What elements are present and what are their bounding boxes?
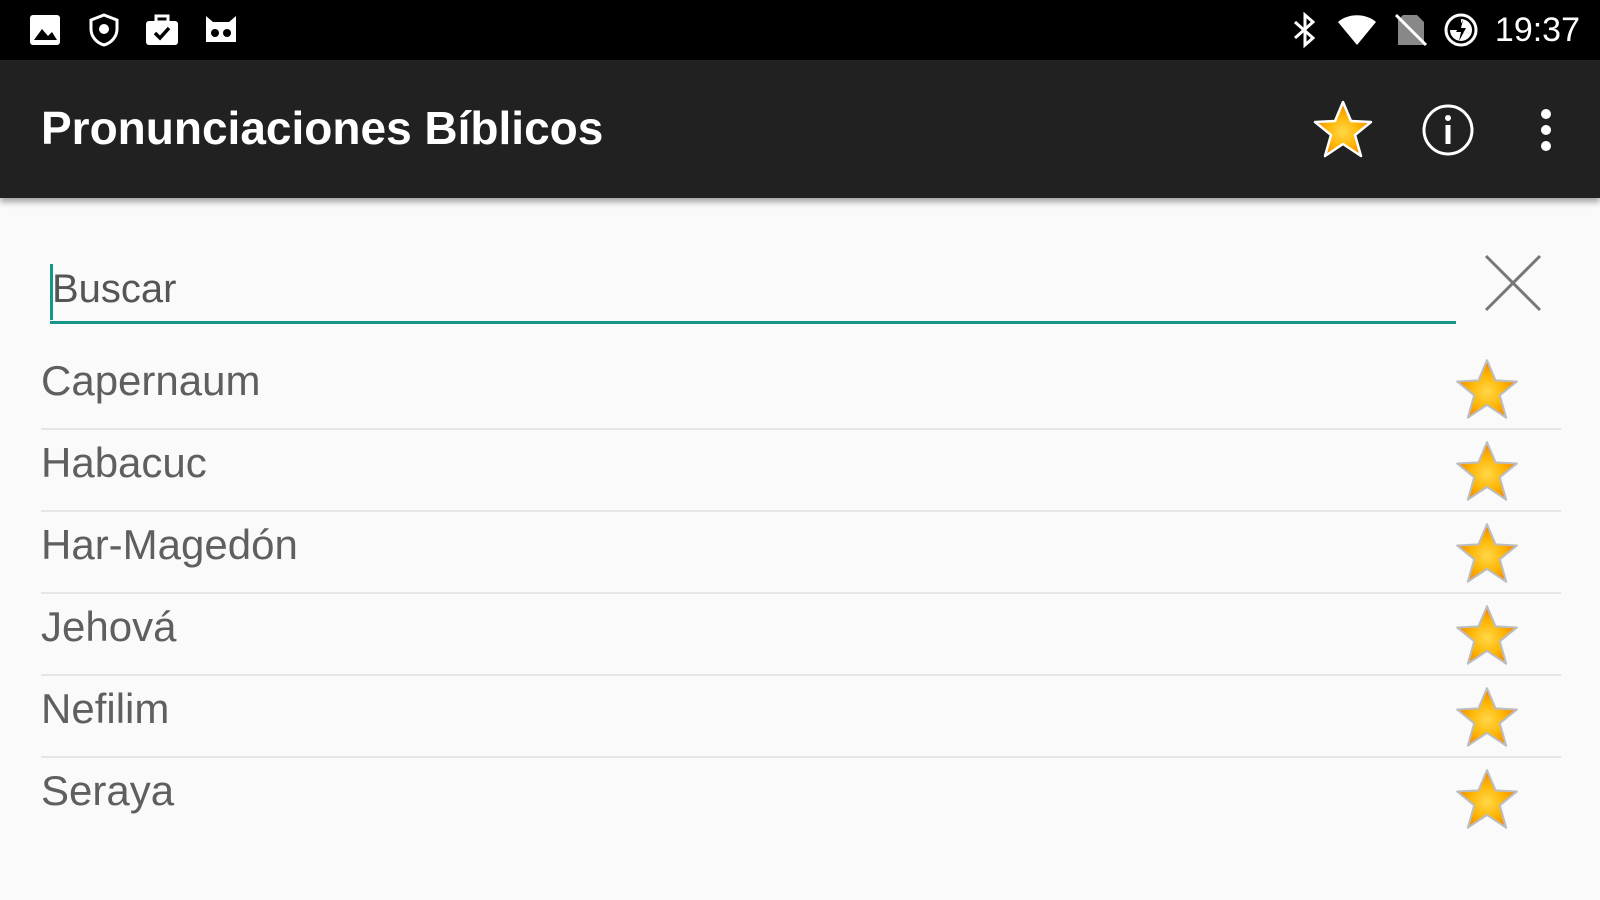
bluetooth-icon <box>1287 11 1323 49</box>
clock: 19:37 <box>1494 11 1580 49</box>
list-item[interactable]: Nefilim <box>41 676 1561 758</box>
star-icon <box>1456 769 1518 829</box>
close-icon <box>1484 254 1542 312</box>
text-cursor <box>50 264 53 320</box>
list-item-label[interactable]: Habacuc <box>41 438 207 488</box>
favorite-toggle[interactable] <box>1451 600 1523 672</box>
no-sim-icon <box>1393 12 1429 48</box>
image-icon <box>27 12 63 48</box>
star-icon <box>1456 605 1518 665</box>
app-title: Pronunciaciones Bíblicos <box>41 102 604 154</box>
list-item-label[interactable]: Capernaum <box>41 356 260 406</box>
list-item[interactable]: Capernaum <box>41 348 1561 430</box>
favorite-toggle[interactable] <box>1451 354 1523 426</box>
star-icon <box>1456 687 1518 747</box>
star-icon <box>1456 359 1518 419</box>
search-input[interactable] <box>50 258 1456 324</box>
wifi-icon <box>1336 12 1378 48</box>
main-content: Capernaum Habacuc Har-Magedón Jehová Nef… <box>0 198 1600 900</box>
list-item-label[interactable]: Har-Magedón <box>41 520 298 570</box>
status-bar: 19:37 <box>0 0 1600 60</box>
info-icon <box>1422 104 1474 156</box>
shield-icon <box>86 12 122 48</box>
favorite-toggle[interactable] <box>1451 682 1523 754</box>
list-item-label[interactable]: Seraya <box>41 766 174 816</box>
list-item[interactable]: Seraya <box>41 758 1561 840</box>
favorite-toggle[interactable] <box>1451 436 1523 508</box>
star-icon <box>1456 441 1518 501</box>
battery-charging-icon <box>1443 12 1479 48</box>
favorites-button[interactable] <box>1310 97 1376 163</box>
list-item[interactable]: Habacuc <box>41 430 1561 512</box>
list-item-label[interactable]: Nefilim <box>41 684 169 734</box>
overflow-menu-button[interactable] <box>1513 97 1579 163</box>
app-bar: Pronunciaciones Bíblicos <box>0 60 1600 198</box>
clear-search-button[interactable] <box>1478 248 1548 318</box>
star-icon <box>1456 523 1518 583</box>
star-icon <box>1313 100 1373 158</box>
list-item[interactable]: Har-Magedón <box>41 512 1561 594</box>
overflow-menu-icon <box>1541 109 1551 151</box>
favorite-toggle[interactable] <box>1451 518 1523 590</box>
briefcase-check-icon <box>144 12 180 48</box>
list-item-label[interactable]: Jehová <box>41 602 176 652</box>
info-button[interactable] <box>1415 97 1481 163</box>
search-field <box>50 258 1456 332</box>
cat-face-icon <box>203 12 239 48</box>
favorite-toggle[interactable] <box>1451 764 1523 836</box>
list-item[interactable]: Jehová <box>41 594 1561 676</box>
pronunciation-list: Capernaum Habacuc Har-Magedón Jehová Nef… <box>41 348 1561 840</box>
